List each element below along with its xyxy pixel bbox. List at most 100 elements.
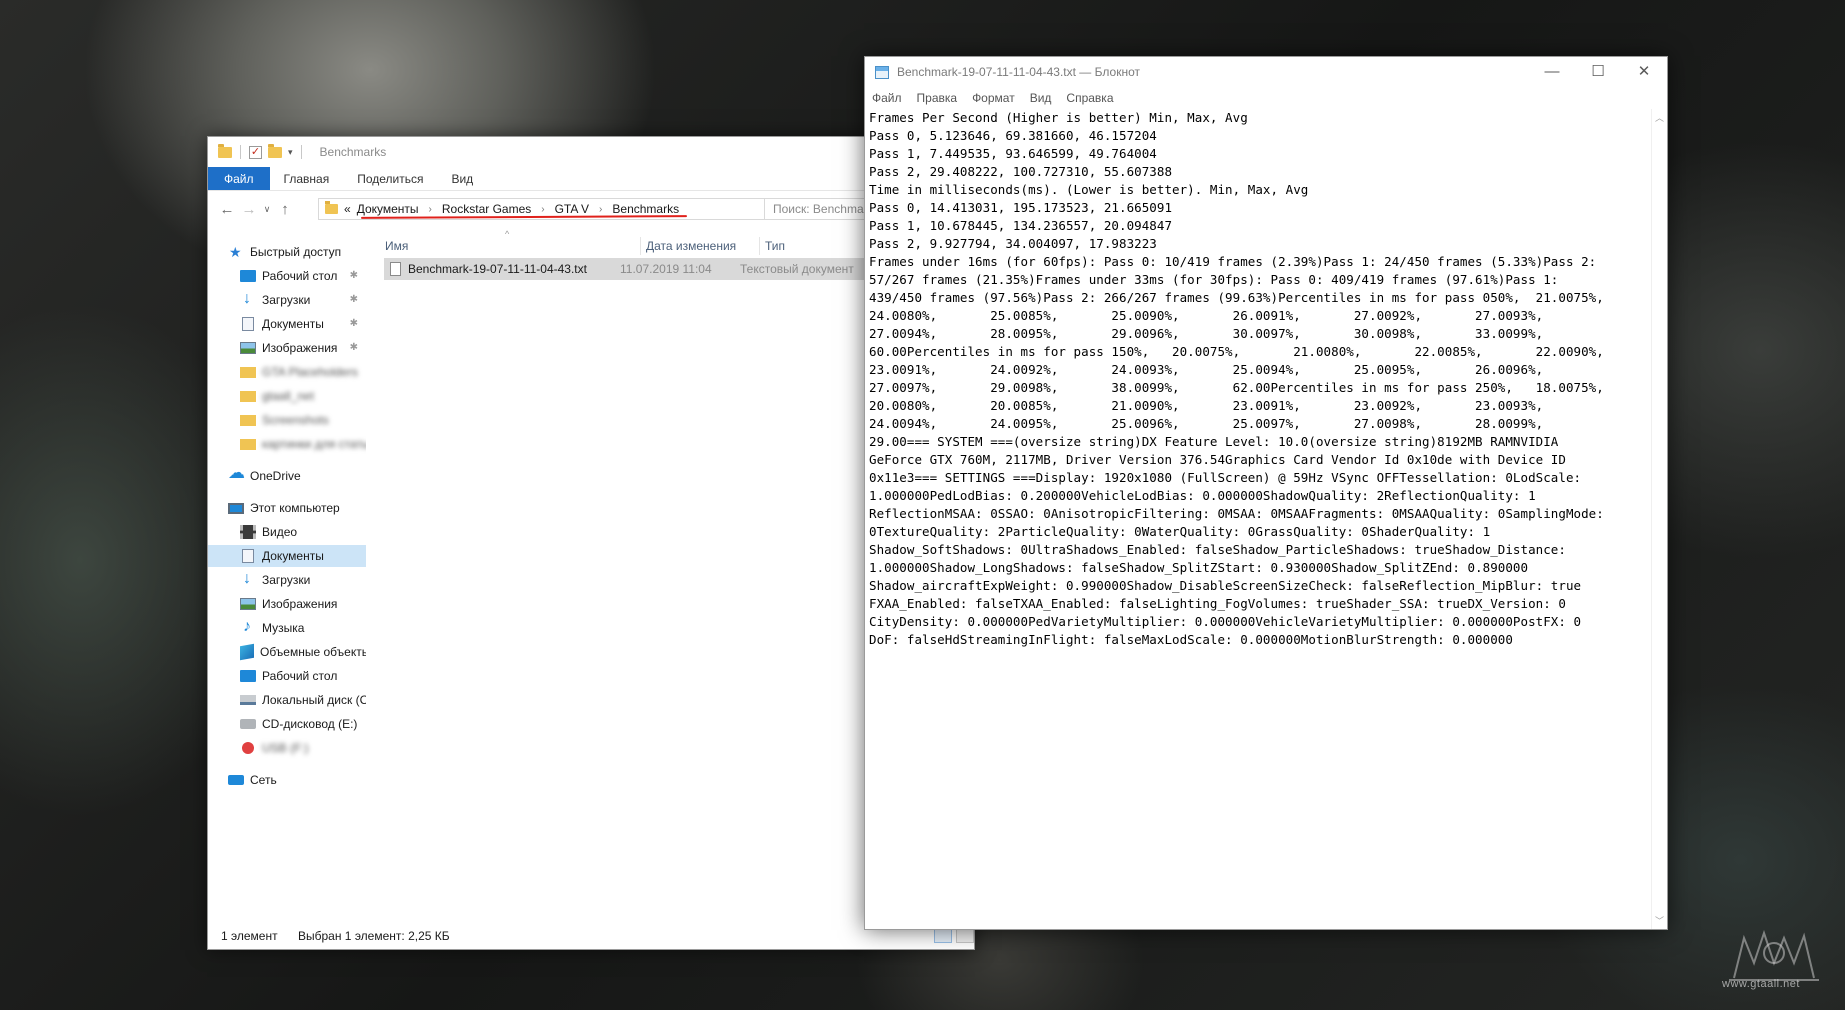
text-line: 24.0080%, 25.0085%, 25.0090%, 26.0091%, … [869, 308, 1544, 323]
close-icon[interactable]: ✕ [1621, 57, 1667, 87]
column-header-type[interactable]: Тип [765, 235, 825, 257]
folder-icon [218, 143, 232, 158]
text-line: Shadow_SoftShadows: 0UltraShadows_Enable… [869, 542, 1566, 557]
nav-videos[interactable]: Видео [240, 521, 366, 543]
menu-help[interactable]: Справка [1066, 91, 1113, 105]
nav-desktop[interactable]: Рабочий стол ✱ [240, 265, 366, 287]
properties-icon[interactable]: ✓ [249, 145, 262, 159]
vertical-scrollbar[interactable]: ︿ ﹀ [1651, 109, 1667, 929]
menu-view[interactable]: Вид [1030, 91, 1052, 105]
text-line: 60.00Percentiles in ms for pass 150%, 20… [869, 344, 1604, 359]
tab-view[interactable]: Вид [437, 167, 487, 190]
back-arrow-icon[interactable]: ← [216, 201, 238, 218]
text-line: 27.0097%, 29.0098%, 38.0099%, 62.00Perce… [869, 380, 1604, 395]
menu-edit[interactable]: Правка [917, 91, 958, 105]
divider [240, 145, 241, 159]
pictures-icon [240, 342, 256, 354]
pin-icon[interactable]: ✱ [350, 265, 358, 287]
nav-pc-pictures[interactable]: Изображения [240, 593, 366, 615]
scroll-down-icon[interactable]: ﹀ [1655, 914, 1664, 927]
ribbon-tabs: Файл Главная Поделиться Вид [208, 167, 974, 191]
nav-quick-access[interactable]: Быстрый доступ [228, 241, 358, 263]
column-divider[interactable] [640, 237, 641, 255]
text-line: Pass 2, 9.927794, 34.004097, 17.983223 [869, 236, 1157, 251]
nav-downloads[interactable]: Загрузки ✱ [240, 289, 366, 311]
maximize-icon[interactable]: ☐ [1575, 57, 1621, 87]
text-line: Pass 2, 29.408222, 100.727310, 55.607388 [869, 164, 1173, 179]
cd-drive-icon [240, 719, 256, 729]
pictures-icon [240, 598, 256, 610]
text-line: 29.00=== SYSTEM ===(oversize string)DX F… [869, 434, 1559, 449]
forward-arrow-icon[interactable]: → [238, 201, 260, 218]
nav-network[interactable]: Сеть [228, 769, 358, 791]
nav-music[interactable]: Музыка [240, 617, 366, 639]
breadcrumb-documents[interactable]: Документы [357, 202, 419, 216]
pin-icon[interactable]: ✱ [350, 337, 358, 359]
text-line: 439/450 frames (97.56%)Pass 2: 266/267 f… [869, 290, 1604, 305]
nav-blurred-folder-1[interactable]: GTA Placeholders [240, 361, 366, 383]
breadcrumb-gta-v[interactable]: GTA V [555, 202, 589, 216]
hard-drive-icon [240, 695, 256, 705]
desktop-icon [240, 270, 256, 282]
nav-pc-desktop[interactable]: Рабочий стол [240, 665, 366, 687]
menu-format[interactable]: Формат [972, 91, 1015, 105]
nav-pc-downloads[interactable]: Загрузки [240, 569, 366, 591]
nav-this-pc[interactable]: Этот компьютер [228, 497, 366, 519]
minimize-icon[interactable]: — [1529, 57, 1575, 87]
recent-locations-chevron-icon[interactable]: ∨ [260, 204, 274, 215]
text-editor-area[interactable]: Frames Per Second (Higher is better) Min… [869, 109, 1647, 927]
nav-label: Локальный диск (C:) [262, 693, 366, 707]
nav-documents[interactable]: Документы ✱ [240, 313, 366, 335]
nav-blurred-drive[interactable]: USB (F:) [240, 737, 366, 759]
tab-share[interactable]: Поделиться [343, 167, 437, 190]
folder-icon [240, 438, 256, 450]
customize-toolbar-icon[interactable]: ▾ [288, 147, 293, 158]
music-icon [240, 617, 256, 638]
breadcrumb-overflow[interactable]: « [344, 202, 351, 216]
chevron-right-icon[interactable]: › [537, 204, 548, 215]
nav-blurred-folder-3[interactable]: Screenshots [240, 409, 366, 431]
computer-icon [228, 502, 244, 514]
status-bar: 1 элемент Выбран 1 элемент: 2,25 КБ [208, 923, 974, 949]
document-icon [242, 549, 254, 563]
nav-label: CD-дисковод (E:) [262, 717, 358, 731]
text-line: DoF: falseHdStreamingInFlight: falseMaxL… [869, 632, 1513, 647]
nav-onedrive[interactable]: OneDrive [228, 465, 358, 487]
nav-local-disk[interactable]: Локальный диск (C:) [240, 689, 366, 711]
up-arrow-icon[interactable]: ↑ [274, 201, 296, 218]
file-name: Benchmark-19-07-11-11-04-43.txt [408, 262, 587, 276]
breadcrumb-benchmarks[interactable]: Benchmarks [612, 202, 679, 216]
nav-label: Сеть [250, 773, 277, 787]
chevron-right-icon[interactable]: › [425, 204, 436, 215]
tab-home[interactable]: Главная [270, 167, 344, 190]
pin-icon[interactable]: ✱ [350, 289, 358, 311]
breadcrumb-rockstar-games[interactable]: Rockstar Games [442, 202, 531, 216]
nav-blurred-folder-2[interactable]: gtaall_net [240, 385, 366, 407]
nav-label: Музыка [262, 621, 305, 635]
notepad-window: Benchmark-19-07-11-11-04-43.txt — Блокно… [864, 56, 1668, 930]
nav-label: GTA Placeholders [262, 365, 358, 379]
scroll-up-icon[interactable]: ︿ [1655, 111, 1664, 124]
column-header-name[interactable]: Имя [385, 235, 605, 257]
text-line: 0x11e3=== SETTINGS ===Display: 1920x1080… [869, 470, 1582, 485]
nav-3d-objects[interactable]: Объемные объекты [240, 641, 366, 663]
tab-file[interactable]: Файл [208, 167, 270, 190]
nav-blurred-folder-4[interactable]: картинки для статьи [240, 433, 366, 455]
chevron-right-icon[interactable]: › [595, 204, 606, 215]
text-line: GeForce GTX 760M, 2117MB, Driver Version… [869, 452, 1566, 467]
menu-file[interactable]: Файл [872, 91, 902, 105]
item-count: 1 элемент [221, 929, 278, 943]
column-divider[interactable] [759, 237, 760, 255]
new-folder-icon[interactable] [268, 143, 282, 158]
text-file-icon [390, 262, 401, 276]
column-header-date[interactable]: Дата изменения [646, 235, 756, 257]
nav-label: Изображения [262, 597, 338, 611]
explorer-titlebar: ✓ ▾ Benchmarks [208, 137, 974, 167]
pin-icon[interactable]: ✱ [350, 313, 358, 335]
network-icon [228, 775, 244, 785]
nav-pc-documents[interactable]: Документы [208, 545, 366, 567]
star-icon [228, 241, 244, 263]
usb-drive-icon [242, 742, 254, 754]
nav-cd-drive[interactable]: CD-дисковод (E:) [240, 713, 366, 735]
nav-pictures[interactable]: Изображения ✱ [240, 337, 366, 359]
